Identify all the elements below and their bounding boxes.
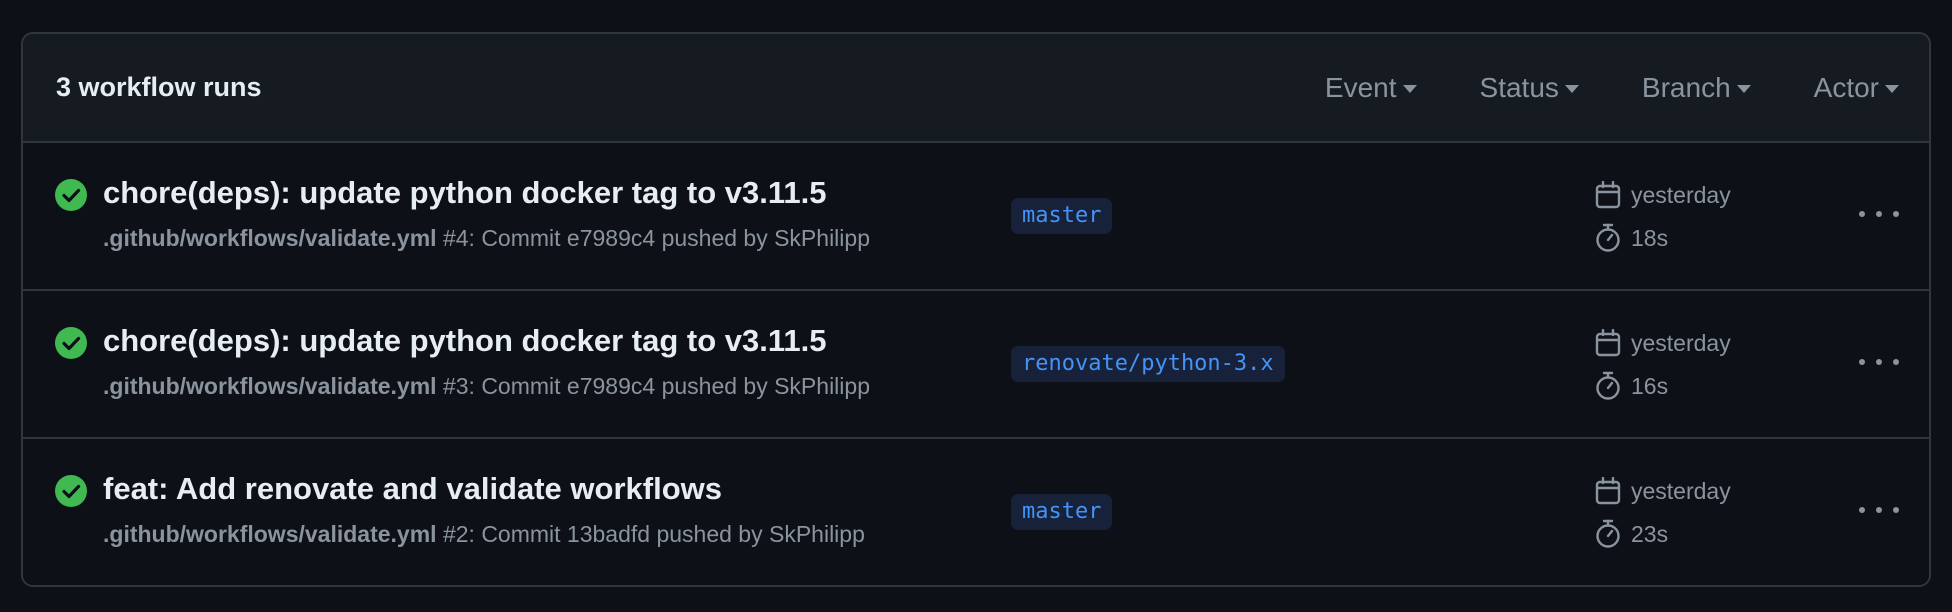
workflow-file: .github/workflows/validate.yml (103, 225, 437, 251)
run-title-link[interactable]: feat: Add renovate and validate workflow… (103, 471, 722, 507)
kebab-horizontal-icon[interactable] (1859, 495, 1899, 525)
workflow-runs-panel: 3 workflow runs Event Status Branch Acto… (21, 32, 1931, 587)
actor-filter-dropdown[interactable]: Actor (1814, 72, 1899, 104)
panel-header: 3 workflow runs Event Status Branch Acto… (23, 34, 1929, 143)
run-meta: .github/workflows/validate.yml #3: Commi… (103, 373, 870, 400)
workflow-file: .github/workflows/validate.yml (103, 373, 437, 399)
run-date: yesterday (1595, 477, 1731, 505)
run-title-link[interactable]: chore(deps): update python docker tag to… (103, 323, 826, 359)
run-meta: .github/workflows/validate.yml #4: Commi… (103, 225, 870, 252)
branch-badge[interactable]: renovate/python-3.x (1011, 346, 1285, 382)
branch-badge[interactable]: master (1011, 494, 1113, 530)
triangle-down-icon (1736, 85, 1751, 93)
stopwatch-icon (1596, 519, 1620, 548)
branch-badge[interactable]: master (1011, 198, 1113, 234)
run-meta: .github/workflows/validate.yml #2: Commi… (103, 521, 865, 548)
event-filter-dropdown[interactable]: Event (1325, 72, 1417, 104)
event-filter-label: Event (1324, 71, 1397, 103)
run-duration-text: 16s (1631, 372, 1669, 399)
check-circle-fill-icon (55, 475, 87, 507)
calendar-icon (1595, 477, 1621, 505)
run-date-text: yesterday (1631, 477, 1731, 504)
stopwatch-icon (1596, 371, 1620, 400)
workflow-run-row[interactable]: chore(deps): update python docker tag to… (23, 143, 1929, 291)
check-circle-fill-icon (55, 179, 87, 211)
run-duration: 23s (1595, 519, 1668, 549)
triangle-down-icon (1402, 85, 1417, 93)
calendar-icon (1595, 181, 1621, 209)
run-details: #2: Commit 13badfd pushed by SkPhilipp (436, 521, 865, 547)
filters-bar: Event Status Branch Actor (1325, 34, 1929, 141)
workflow-file: .github/workflows/validate.yml (103, 521, 437, 547)
run-date: yesterday (1595, 181, 1731, 209)
run-duration: 18s (1595, 223, 1668, 253)
workflow-run-row[interactable]: feat: Add renovate and validate workflow… (23, 439, 1929, 585)
run-details: #3: Commit e7989c4 pushed by SkPhilipp (436, 373, 870, 399)
branch-filter-label: Branch (1641, 71, 1731, 103)
run-date-text: yesterday (1631, 329, 1731, 356)
kebab-horizontal-icon[interactable] (1859, 347, 1899, 377)
run-duration-text: 18s (1631, 224, 1669, 251)
stopwatch-icon (1596, 223, 1620, 252)
status-filter-label: Status (1479, 71, 1559, 103)
check-circle-fill-icon (55, 327, 87, 359)
workflow-run-row[interactable]: chore(deps): update python docker tag to… (23, 291, 1929, 439)
calendar-icon (1595, 329, 1621, 357)
run-duration-text: 23s (1631, 520, 1669, 547)
branch-filter-dropdown[interactable]: Branch (1642, 72, 1751, 104)
run-date: yesterday (1595, 329, 1731, 357)
run-title-link[interactable]: chore(deps): update python docker tag to… (103, 175, 826, 211)
run-date-text: yesterday (1631, 181, 1731, 208)
run-details: #4: Commit e7989c4 pushed by SkPhilipp (436, 225, 870, 251)
run-duration: 16s (1595, 371, 1668, 401)
triangle-down-icon (1564, 85, 1579, 93)
triangle-down-icon (1885, 85, 1899, 93)
actor-filter-label: Actor (1813, 71, 1879, 103)
runs-count: 3 workflow runs (56, 72, 262, 102)
kebab-horizontal-icon[interactable] (1859, 199, 1899, 229)
status-filter-dropdown[interactable]: Status (1480, 72, 1579, 104)
